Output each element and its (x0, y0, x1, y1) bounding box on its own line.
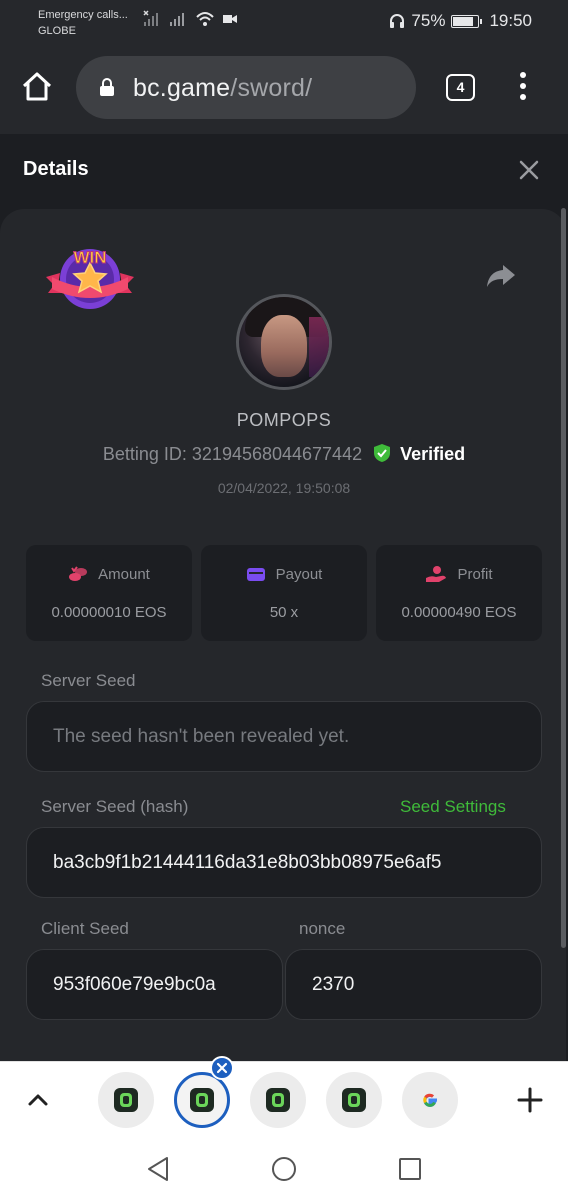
url-host: bc.game (133, 74, 231, 102)
wifi-icon (196, 12, 214, 26)
server-seed-hash-label: Server Seed (hash) (41, 797, 189, 816)
server-seed-hash-field[interactable]: ba3cb9f1b21444116da31e8b03bb08975e6af5 (26, 827, 542, 898)
stat-profit: Profit 0.00000490 EOS (376, 545, 542, 641)
client-seed-field[interactable]: 953f060e79e9bc0a (26, 949, 283, 1020)
tab-thumbnail-google[interactable] (402, 1072, 458, 1128)
android-nav-bar (0, 1137, 568, 1200)
win-badge-icon: WIN (46, 248, 134, 309)
tab-thumbnail-1[interactable] (98, 1072, 154, 1128)
bc-game-logo-icon (190, 1088, 214, 1112)
close-tab-icon[interactable] (210, 1056, 234, 1080)
seed-settings-link[interactable]: Seed Settings (400, 797, 506, 817)
lock-icon (100, 78, 114, 96)
stat-amount-value: 0.00000010 EOS (51, 604, 167, 621)
tab-thumbnail-4[interactable] (326, 1072, 382, 1128)
carrier-line-2: GLOBE (38, 25, 76, 37)
stat-profit-label: Profit (457, 566, 493, 583)
battery-percent: 75% (411, 11, 446, 30)
carrier-line-1: Emergency calls... (38, 9, 128, 21)
no-signal-icon (143, 10, 158, 26)
home-nav-icon[interactable] (271, 1156, 297, 1182)
win-badge-text: WIN (73, 248, 106, 267)
back-icon[interactable] (146, 1156, 170, 1182)
headphones-icon (390, 14, 405, 28)
home-icon[interactable] (20, 70, 54, 104)
status-right: 75% 19:50 (389, 11, 532, 31)
nonce-field[interactable]: 2370 (285, 949, 542, 1020)
browser-toolbar: bc.game/sword/ 4 (0, 42, 568, 134)
status-bar: Emergency calls... GLOBE 75% 19:50 (0, 0, 568, 42)
username: POMPOPS (236, 410, 332, 430)
betting-id-row: Betting ID: 32194568044677442 Verified (0, 443, 568, 465)
battery-icon (451, 14, 483, 28)
stat-payout: Payout 50 x (201, 545, 367, 641)
address-bar[interactable]: bc.game/sword/ (76, 56, 416, 119)
tab-thumbnail-3[interactable] (250, 1072, 306, 1128)
stat-amount: Amount 0.00000010 EOS (26, 545, 192, 641)
page-scrollbar[interactable] (561, 208, 566, 948)
stat-payout-value: 50 x (269, 604, 299, 621)
video-icon (223, 15, 237, 23)
close-icon[interactable] (518, 159, 540, 181)
bet-details-card: WIN POMPOPS Betting ID: 3219456804467744… (0, 209, 566, 1061)
url-path: /sword/ (230, 74, 313, 102)
modal-title: Details (23, 158, 89, 180)
chevron-up-icon[interactable] (26, 1088, 50, 1112)
betting-id-value: 32194568044677442 (191, 444, 363, 464)
server-seed-label: Server Seed (41, 671, 136, 690)
url-text: bc.game/sword/ (133, 74, 312, 103)
stat-amount-label: Amount (98, 566, 150, 583)
hand-coin-icon (426, 566, 447, 582)
recents-icon[interactable] (398, 1157, 422, 1181)
signal-icon (170, 13, 184, 26)
clock: 19:50 (489, 11, 532, 30)
nonce-label: nonce (299, 919, 346, 938)
verified-shield-icon (374, 444, 391, 462)
bc-game-logo-icon (114, 1088, 138, 1112)
overflow-menu-icon[interactable] (516, 72, 530, 104)
new-tab-icon[interactable] (516, 1086, 544, 1114)
share-icon[interactable] (486, 263, 516, 289)
client-seed-label: Client Seed (41, 919, 129, 938)
bc-game-logo-icon (342, 1088, 366, 1112)
wallet-icon (246, 568, 265, 581)
status-icons (143, 10, 237, 28)
details-page: Details WIN POMPOPS Betting ID: 32194568… (0, 134, 568, 1061)
google-icon (423, 1093, 437, 1107)
browser-tab-strip (0, 1056, 568, 1137)
coins-icon (69, 566, 88, 581)
avatar (236, 294, 332, 390)
carrier-info: Emergency calls... GLOBE (38, 7, 128, 39)
server-seed-field: The seed hasn't been revealed yet. (26, 701, 542, 772)
bet-date: 02/04/2022, 19:50:08 (217, 480, 351, 496)
verified-label: Verified (400, 444, 466, 464)
stat-profit-value: 0.00000490 EOS (401, 604, 517, 621)
betting-id-label: Betting ID: (102, 444, 187, 464)
tab-thumbnail-active[interactable] (174, 1072, 230, 1128)
tab-switcher-button[interactable]: 4 (446, 74, 475, 101)
stat-payout-label: Payout (275, 566, 323, 583)
bc-game-logo-icon (266, 1088, 290, 1112)
